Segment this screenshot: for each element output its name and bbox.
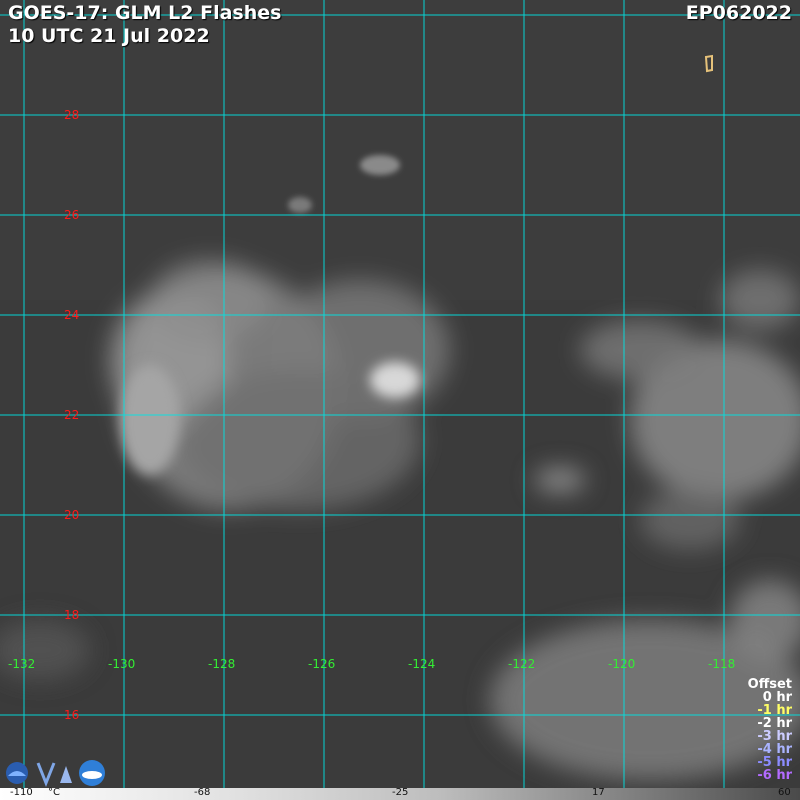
latitude-label: 16 [64, 708, 80, 722]
colorbar-label: 17 [592, 787, 605, 798]
latitude-label: 20 [64, 508, 80, 522]
latitude-label: 28 [64, 108, 80, 122]
rammb-logo-icon [79, 760, 105, 786]
noaa-logo-icon [6, 762, 28, 784]
longitude-label: -120 [608, 657, 636, 671]
colorbar-label: 60 [778, 787, 791, 798]
page-title: GOES-17: GLM L2 Flashes [8, 2, 282, 24]
latitude-label: 26 [64, 208, 80, 222]
longitude-label: -126 [308, 657, 336, 671]
satellite-map: GOES-17: GLM L2 Flashes 10 UTC 21 Jul 20… [0, 0, 800, 800]
colorbar-label: -110 [10, 787, 33, 798]
storm-id: EP062022 [685, 2, 792, 24]
latitude-label: 18 [64, 608, 80, 622]
latitude-label: 22 [64, 408, 80, 422]
latitude-label: 24 [64, 308, 80, 322]
longitude-label: -130 [108, 657, 136, 671]
logos [6, 760, 105, 788]
longitude-label: -128 [208, 657, 236, 671]
longitude-label: -118 [708, 657, 736, 671]
colorbar-label: -25 [392, 787, 409, 798]
nesdis-logo-icon [36, 762, 72, 788]
satellite-imagery [0, 0, 800, 800]
legend-item: -6 hr [757, 768, 792, 783]
timestamp: 10 UTC 21 Jul 2022 [8, 25, 210, 47]
colorbar-label: °C [48, 787, 60, 798]
longitude-label: -122 [508, 657, 536, 671]
longitude-label: -124 [408, 657, 436, 671]
longitude-label: -132 [8, 657, 36, 671]
offset-legend: Offset 0 hr -1 hr -2 hr -3 hr -4 hr -5 hr -6 h… [748, 678, 792, 782]
colorbar-label: -68 [194, 787, 211, 798]
